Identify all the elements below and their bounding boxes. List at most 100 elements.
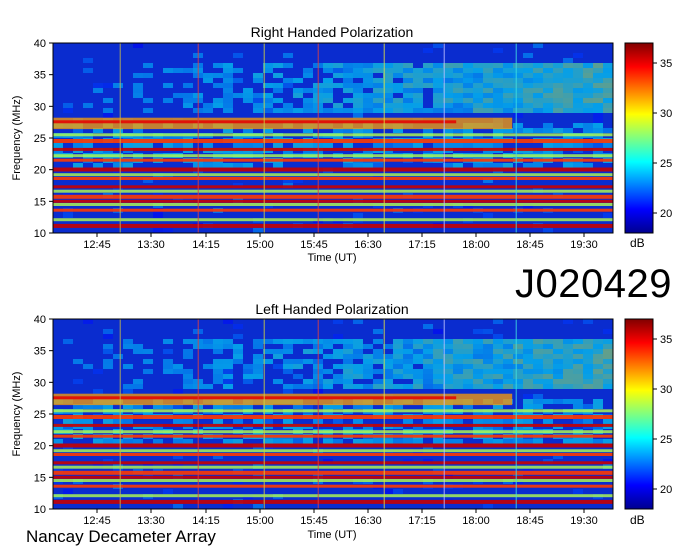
heatmap-cell — [593, 384, 603, 389]
heatmap-cell — [293, 108, 303, 113]
heatmap-cell — [493, 384, 503, 389]
heatmap-cell — [293, 339, 303, 344]
colorbar-tick-label: 20 — [660, 484, 672, 496]
heatmap-cell — [343, 98, 353, 103]
heatmap-cell — [583, 369, 593, 374]
x-tick-label: 15:00 — [246, 239, 274, 251]
heatmap-cell — [183, 83, 193, 88]
heatmap-cell — [233, 354, 243, 359]
x-tick-label: 15:45 — [300, 239, 328, 251]
heatmap-cell — [363, 68, 373, 73]
heatmap-cell — [533, 103, 543, 108]
heatmap-cell — [373, 68, 383, 73]
heatmap-cell — [543, 359, 553, 364]
heatmap-cell — [323, 379, 333, 384]
heatmap-cell — [593, 118, 603, 123]
heatmap-cell — [333, 339, 343, 344]
colorbar-label: dB — [630, 236, 645, 250]
heatmap-cell — [573, 63, 583, 68]
heatmap-cell — [473, 354, 483, 359]
heatmap-area — [53, 43, 613, 233]
heatmap-cell — [543, 128, 553, 133]
heatmap-cell — [583, 354, 593, 359]
heatmap-cell — [423, 419, 433, 424]
heatmap-cell — [213, 379, 223, 384]
heatmap-cell — [463, 143, 473, 148]
heatmap-cell — [103, 108, 113, 113]
moderate-band — [53, 133, 613, 137]
heatmap-cell — [573, 103, 583, 108]
heatmap-cell — [163, 98, 173, 103]
y-axis-label: Frequency (MHz) — [11, 372, 23, 457]
heatmap-cell — [533, 93, 543, 98]
heatmap-cell — [563, 68, 573, 73]
heatmap-cell — [413, 73, 423, 78]
heatmap-cell — [203, 344, 213, 349]
heatmap-cell — [433, 369, 443, 374]
heatmap-cell — [483, 88, 493, 93]
heatmap-cell — [163, 349, 173, 354]
heatmap-cell — [373, 359, 383, 364]
heatmap-cell — [293, 439, 303, 444]
heatmap-cell — [603, 143, 613, 148]
heatmap-cell — [353, 384, 363, 389]
heatmap-cell — [473, 88, 483, 93]
heatmap-cell — [393, 349, 403, 354]
heatmap-cell — [483, 98, 493, 103]
x-tick-label: 18:00 — [462, 239, 490, 251]
heatmap-cell — [543, 78, 553, 83]
heatmap-cell — [553, 73, 563, 78]
heatmap-cell — [433, 93, 443, 98]
heatmap-cell — [143, 349, 153, 354]
heatmap-cell — [523, 53, 533, 58]
heatmap-cell — [463, 68, 473, 73]
heatmap-cell — [583, 379, 593, 384]
heatmap-cell — [483, 354, 493, 359]
heatmap-cell — [353, 103, 363, 108]
heatmap-cell — [363, 103, 373, 108]
heatmap-cell — [253, 374, 263, 379]
heatmap-cell — [403, 384, 413, 389]
heatmap-cell — [543, 93, 553, 98]
heatmap-cell — [523, 103, 533, 108]
heatmap-cell — [483, 329, 493, 334]
heatmap-cell — [603, 63, 613, 68]
x-tick-label: 18:00 — [462, 515, 490, 527]
heatmap-cell — [403, 108, 413, 113]
heatmap-cell — [593, 359, 603, 364]
heatmap-cell — [493, 83, 503, 88]
heatmap-cell — [553, 344, 563, 349]
heatmap-cell — [423, 379, 433, 384]
heatmap-cell — [403, 88, 413, 93]
heatmap-cell — [463, 88, 473, 93]
heatmap-cell — [573, 83, 583, 88]
heatmap-cell — [283, 83, 293, 88]
heatmap-cell — [143, 359, 153, 364]
heatmap-cell — [523, 98, 533, 103]
heatmap-cell — [103, 439, 113, 444]
heatmap-cell — [483, 379, 493, 384]
heatmap-cell — [123, 364, 133, 369]
heatmap-cell — [203, 339, 213, 344]
heatmap-cell — [333, 73, 343, 78]
heatmap-cell — [453, 374, 463, 379]
heatmap-cell — [463, 63, 473, 68]
heatmap-cell — [583, 143, 593, 148]
heatmap-cell — [493, 349, 503, 354]
heatmap-cell — [523, 108, 533, 113]
heatmap-cell — [393, 439, 403, 444]
heatmap-cell — [453, 93, 463, 98]
heatmap-cell — [223, 163, 233, 168]
heatmap-cell — [123, 389, 133, 394]
strong-band — [53, 167, 613, 172]
heatmap-cell — [323, 78, 333, 83]
heatmap-cell — [143, 143, 153, 148]
heatmap-cell — [563, 163, 573, 168]
heatmap-cell — [523, 394, 533, 399]
colorbar-ticks: 20 25 30 35 — [653, 58, 672, 220]
heatmap-cell — [593, 344, 603, 349]
heatmap-cell — [593, 68, 603, 73]
heatmap-cell — [343, 374, 353, 379]
heatmap-cell — [583, 319, 593, 324]
heatmap-cell — [183, 349, 193, 354]
